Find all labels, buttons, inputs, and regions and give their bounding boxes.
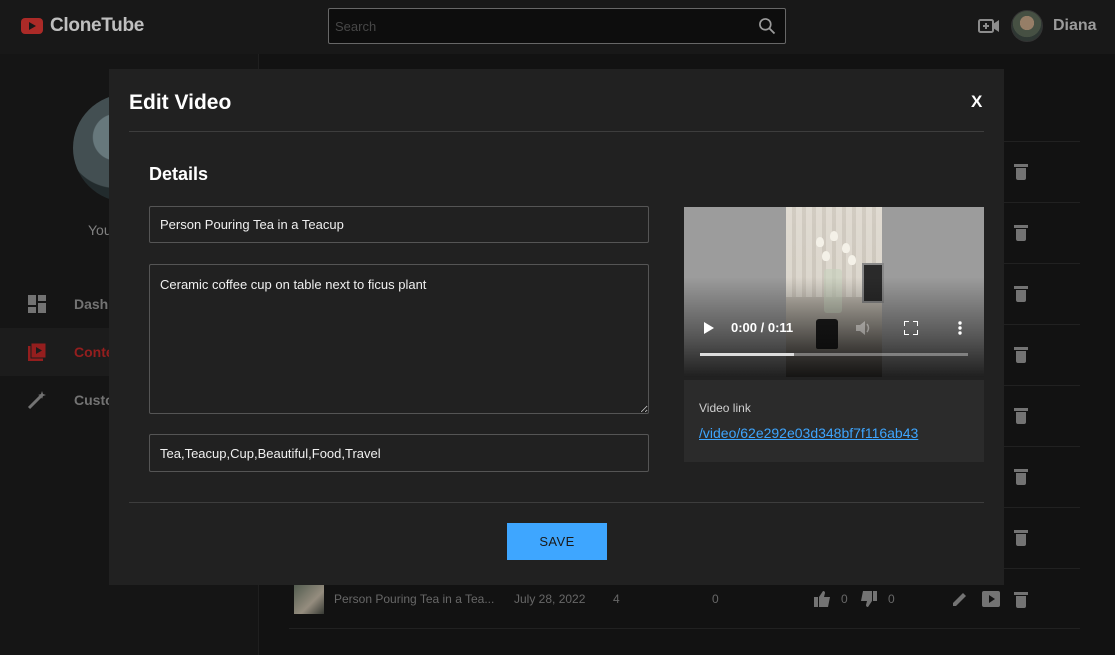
header-divider [129,131,984,132]
video-link-box: Video link /video/62e292e03d348bf7f116ab… [684,380,984,462]
footer-divider [129,502,984,503]
progress-bar[interactable] [700,353,968,356]
edit-video-modal: Edit Video X Details Ceramic coffee cup … [109,69,1004,585]
video-link-label: Video link [699,401,751,415]
video-title-input[interactable] [149,206,649,243]
progress-fill [700,353,794,356]
modal-title: Edit Video [129,91,232,114]
play-icon[interactable] [704,322,714,334]
fullscreen-icon[interactable] [904,321,918,335]
tags-input[interactable] [149,434,649,472]
section-title: Details [149,164,209,184]
video-player[interactable]: 0:00 / 0:11 [684,207,984,377]
video-link[interactable]: /video/62e292e03d348bf7f116ab43 [699,425,918,441]
close-button[interactable]: X [971,92,982,112]
volume-icon[interactable] [856,321,872,335]
description-textarea[interactable]: Ceramic coffee cup on table next to ficu… [149,264,649,414]
more-options-icon[interactable] [958,321,962,335]
video-time: 0:00 / 0:11 [731,320,794,335]
save-button[interactable]: SAVE [507,523,607,560]
